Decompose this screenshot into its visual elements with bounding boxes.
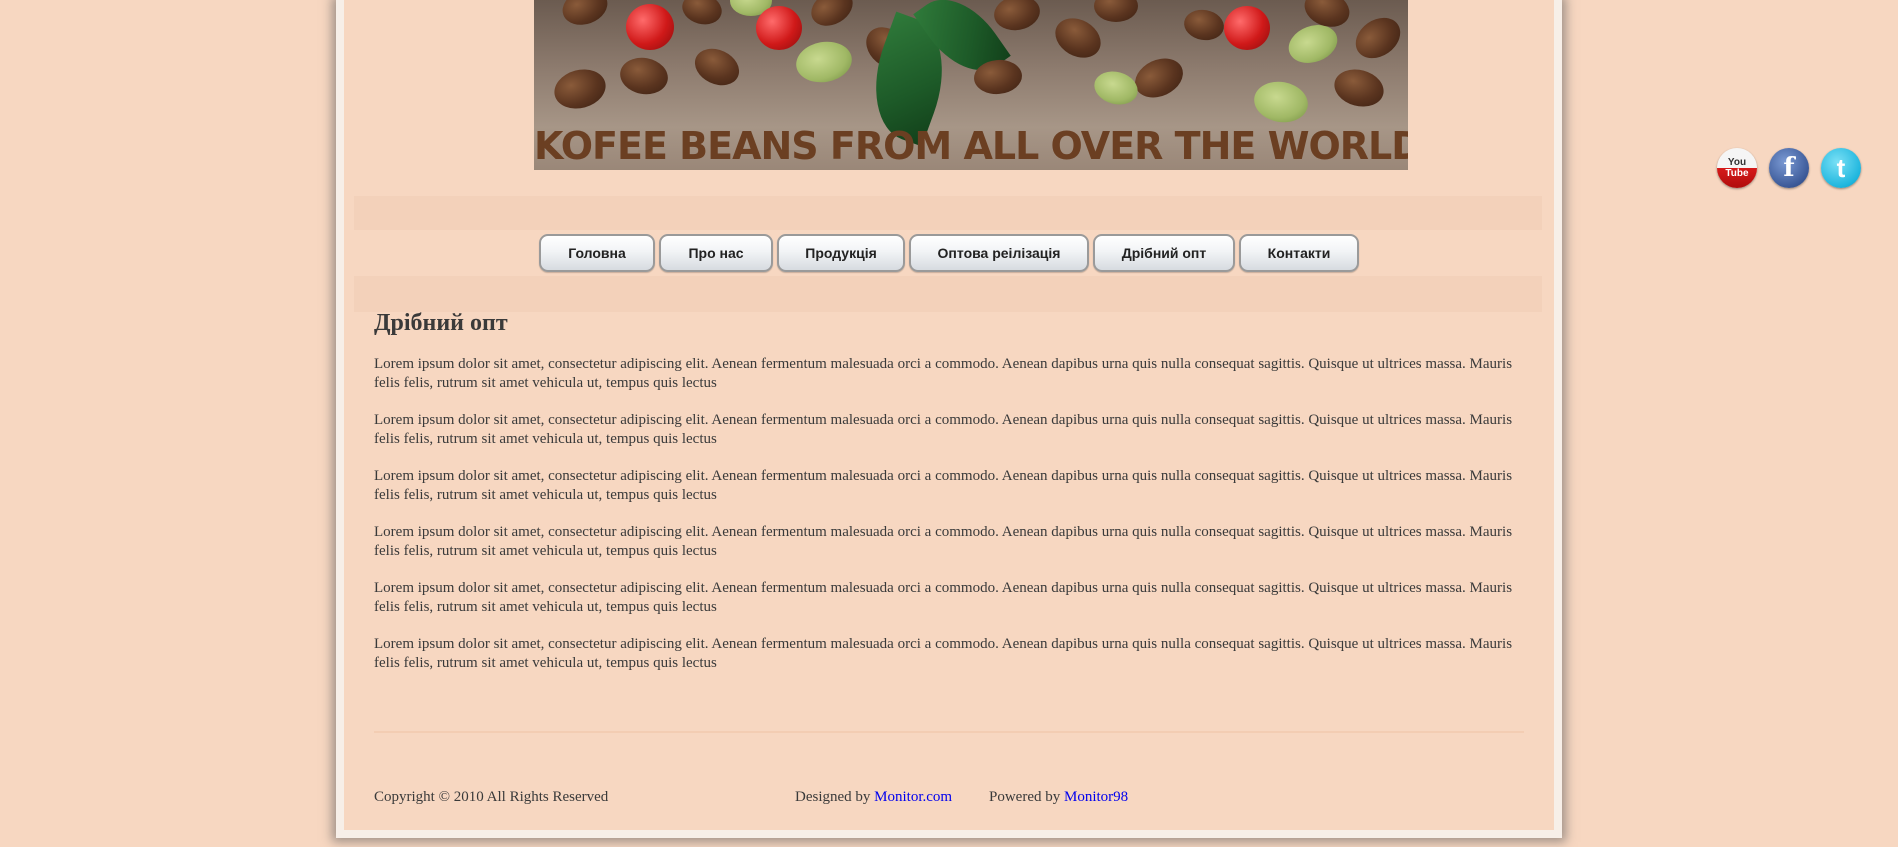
facebook-icon-glyph: f bbox=[1783, 153, 1795, 183]
twitter-icon-glyph: t bbox=[1836, 152, 1846, 183]
designed-by: Designed by Monitor.com bbox=[795, 789, 952, 806]
nav-top-band bbox=[354, 196, 1542, 230]
nav-small-wholesale-button[interactable]: Дрібний опт bbox=[1093, 234, 1235, 272]
content-paragraph: Lorem ipsum dolor sit amet, consectetur … bbox=[374, 468, 1513, 503]
main-nav: Головна Про нас Продукція Оптова реіліза… bbox=[344, 232, 1554, 274]
nav-bottom-band bbox=[354, 276, 1542, 312]
page-container: KOFEE BEANS FROM ALL OVER THE WORLD Голо… bbox=[336, 0, 1562, 838]
content-paragraph: Lorem ipsum dolor sit amet, consectetur … bbox=[374, 636, 1513, 671]
youtube-icon-top-text: You bbox=[1727, 157, 1747, 168]
content-paragraph: Lorem ipsum dolor sit amet, consectetur … bbox=[374, 524, 1513, 559]
youtube-icon[interactable]: You Tube bbox=[1717, 148, 1757, 188]
copyright-text: Copyright © 2010 All Rights Reserved bbox=[374, 789, 609, 805]
nav-home-button[interactable]: Головна bbox=[539, 234, 655, 272]
content-paragraph: Lorem ipsum dolor sit amet, consectetur … bbox=[374, 412, 1513, 447]
page-title: Дрібний опт bbox=[374, 310, 508, 336]
facebook-icon[interactable]: f bbox=[1769, 148, 1809, 188]
designed-by-link[interactable]: Monitor.com bbox=[874, 789, 952, 805]
nav-wholesale-button[interactable]: Оптова реілізація bbox=[909, 234, 1089, 272]
youtube-icon-bottom-text: Tube bbox=[1725, 168, 1749, 179]
powered-by-prefix: Powered by bbox=[989, 789, 1061, 805]
banner-title: KOFEE BEANS FROM ALL OVER THE WORLD bbox=[534, 124, 1408, 168]
powered-by-link[interactable]: Monitor98 bbox=[1064, 789, 1128, 805]
main-content: Дрібний опт Lorem ipsum dolor sit amet, … bbox=[374, 310, 1514, 691]
content-paragraph: Lorem ipsum dolor sit amet, consectetur … bbox=[374, 356, 1513, 391]
nav-contacts-button[interactable]: Контакти bbox=[1239, 234, 1359, 272]
header-banner: KOFEE BEANS FROM ALL OVER THE WORLD bbox=[534, 0, 1408, 170]
footer-divider bbox=[374, 731, 1524, 733]
twitter-icon[interactable]: t bbox=[1821, 148, 1861, 188]
nav-about-button[interactable]: Про нас bbox=[659, 234, 773, 272]
designed-by-prefix: Designed by bbox=[795, 789, 871, 805]
powered-by: Powered by Monitor98 bbox=[989, 789, 1128, 806]
nav-products-button[interactable]: Продукція bbox=[777, 234, 905, 272]
content-paragraph: Lorem ipsum dolor sit amet, consectetur … bbox=[374, 580, 1513, 615]
